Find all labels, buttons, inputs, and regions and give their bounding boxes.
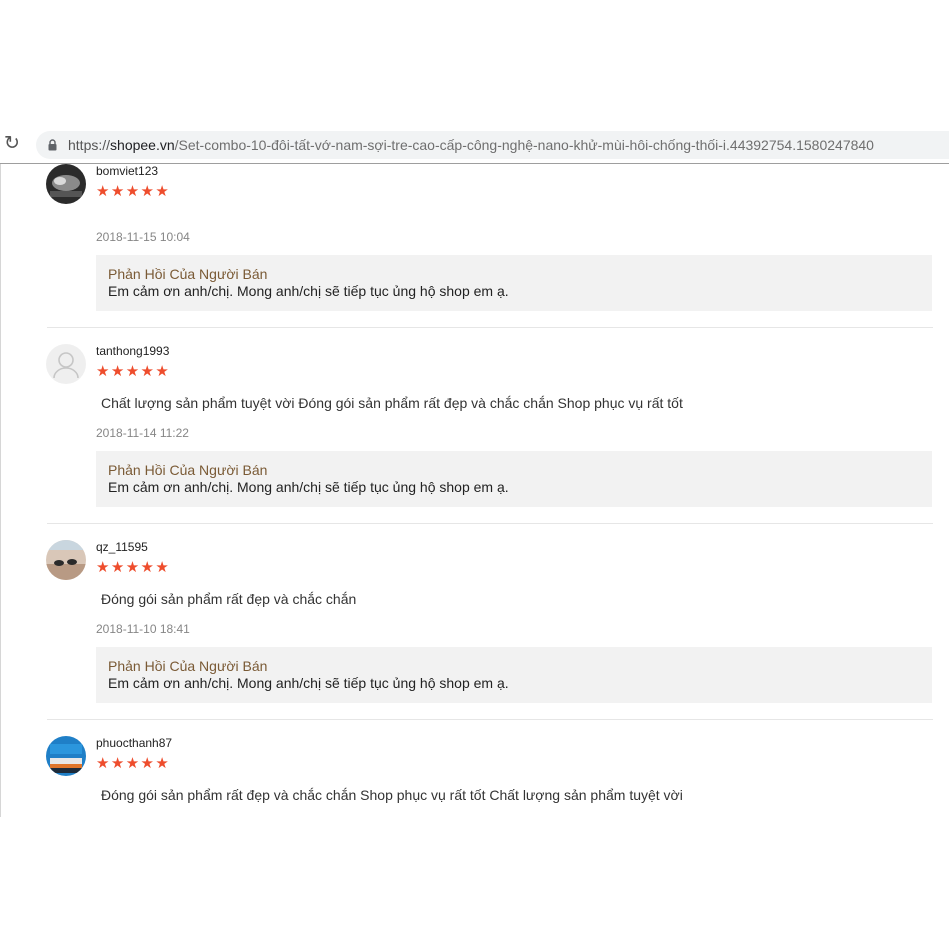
reload-icon[interactable]: ↻ xyxy=(2,133,22,155)
avatar[interactable] xyxy=(46,344,86,384)
review-item: tanthong1993 ★★★★★ Chất lượng sản phẩm t… xyxy=(1,328,949,524)
avatar[interactable] xyxy=(46,736,86,776)
seller-reply-title: Phản Hồi Của Người Bán xyxy=(108,658,268,674)
reviews-list: bomviet123 ★★★★★ 2018-11-15 10:04 Phản H… xyxy=(0,164,949,817)
username: phuocthanh87 xyxy=(96,736,173,750)
username: qz_11595 xyxy=(96,540,148,554)
review-time: 2018-11-10 18:41 xyxy=(96,622,190,636)
username: tanthong1993 xyxy=(96,344,170,358)
review-comment: Đóng gói sản phẩm rất đẹp và chắc chắn xyxy=(101,591,357,607)
seller-reply-text: Em cảm ơn anh/chị. Mong anh/chị sẽ tiếp … xyxy=(108,283,509,299)
url-text[interactable]: https://shopee.vn/Set-combo-10-đôi-tất-v… xyxy=(68,131,874,159)
avatar[interactable] xyxy=(46,164,86,204)
seller-reply: Phản Hồi Của Người Bán Em cảm ơn anh/chị… xyxy=(96,451,932,507)
review-item: phuocthanh87 ★★★★★ Đóng gói sản phẩm rất… xyxy=(1,720,949,817)
omnibox[interactable]: https://shopee.vn/Set-combo-10-đôi-tất-v… xyxy=(36,131,949,159)
review-time: 2018-11-15 10:04 xyxy=(96,230,190,244)
review-comment: Đóng gói sản phẩm rất đẹp và chắc chắn S… xyxy=(101,787,683,803)
star-rating: ★★★★★ xyxy=(96,183,171,200)
url-host: shopee.vn xyxy=(110,137,175,153)
star-rating: ★★★★★ xyxy=(96,755,171,772)
seller-reply-text: Em cảm ơn anh/chị. Mong anh/chị sẽ tiếp … xyxy=(108,675,509,691)
seller-reply: Phản Hồi Của Người Bán Em cảm ơn anh/chị… xyxy=(96,647,932,703)
star-rating: ★★★★★ xyxy=(96,559,171,576)
review-item: bomviet123 ★★★★★ 2018-11-15 10:04 Phản H… xyxy=(1,164,949,328)
username: bomviet123 xyxy=(96,164,159,178)
review-time: 2018-11-14 11:22 xyxy=(96,426,189,440)
star-rating: ★★★★★ xyxy=(96,363,171,380)
seller-reply-title: Phản Hồi Của Người Bán xyxy=(108,266,268,282)
url-protocol: https:// xyxy=(68,137,111,153)
review-item: qz_11595 ★★★★★ Đóng gói sản phẩm rất đẹp… xyxy=(1,524,949,720)
address-bar: ↻ https://shopee.vn/Set-combo-10-đôi-tất… xyxy=(0,127,949,164)
seller-reply-text: Em cảm ơn anh/chị. Mong anh/chị sẽ tiếp … xyxy=(108,479,509,495)
avatar[interactable] xyxy=(46,540,86,580)
lock-icon xyxy=(48,139,57,151)
review-comment: Chất lượng sản phẩm tuyệt vời Đóng gói s… xyxy=(101,395,683,411)
url-path: /Set-combo-10-đôi-tất-vớ-nam-sợi-tre-cao… xyxy=(174,137,874,153)
seller-reply-title: Phản Hồi Của Người Bán xyxy=(108,462,268,478)
seller-reply: Phản Hồi Của Người Bán Em cảm ơn anh/chị… xyxy=(96,255,932,311)
